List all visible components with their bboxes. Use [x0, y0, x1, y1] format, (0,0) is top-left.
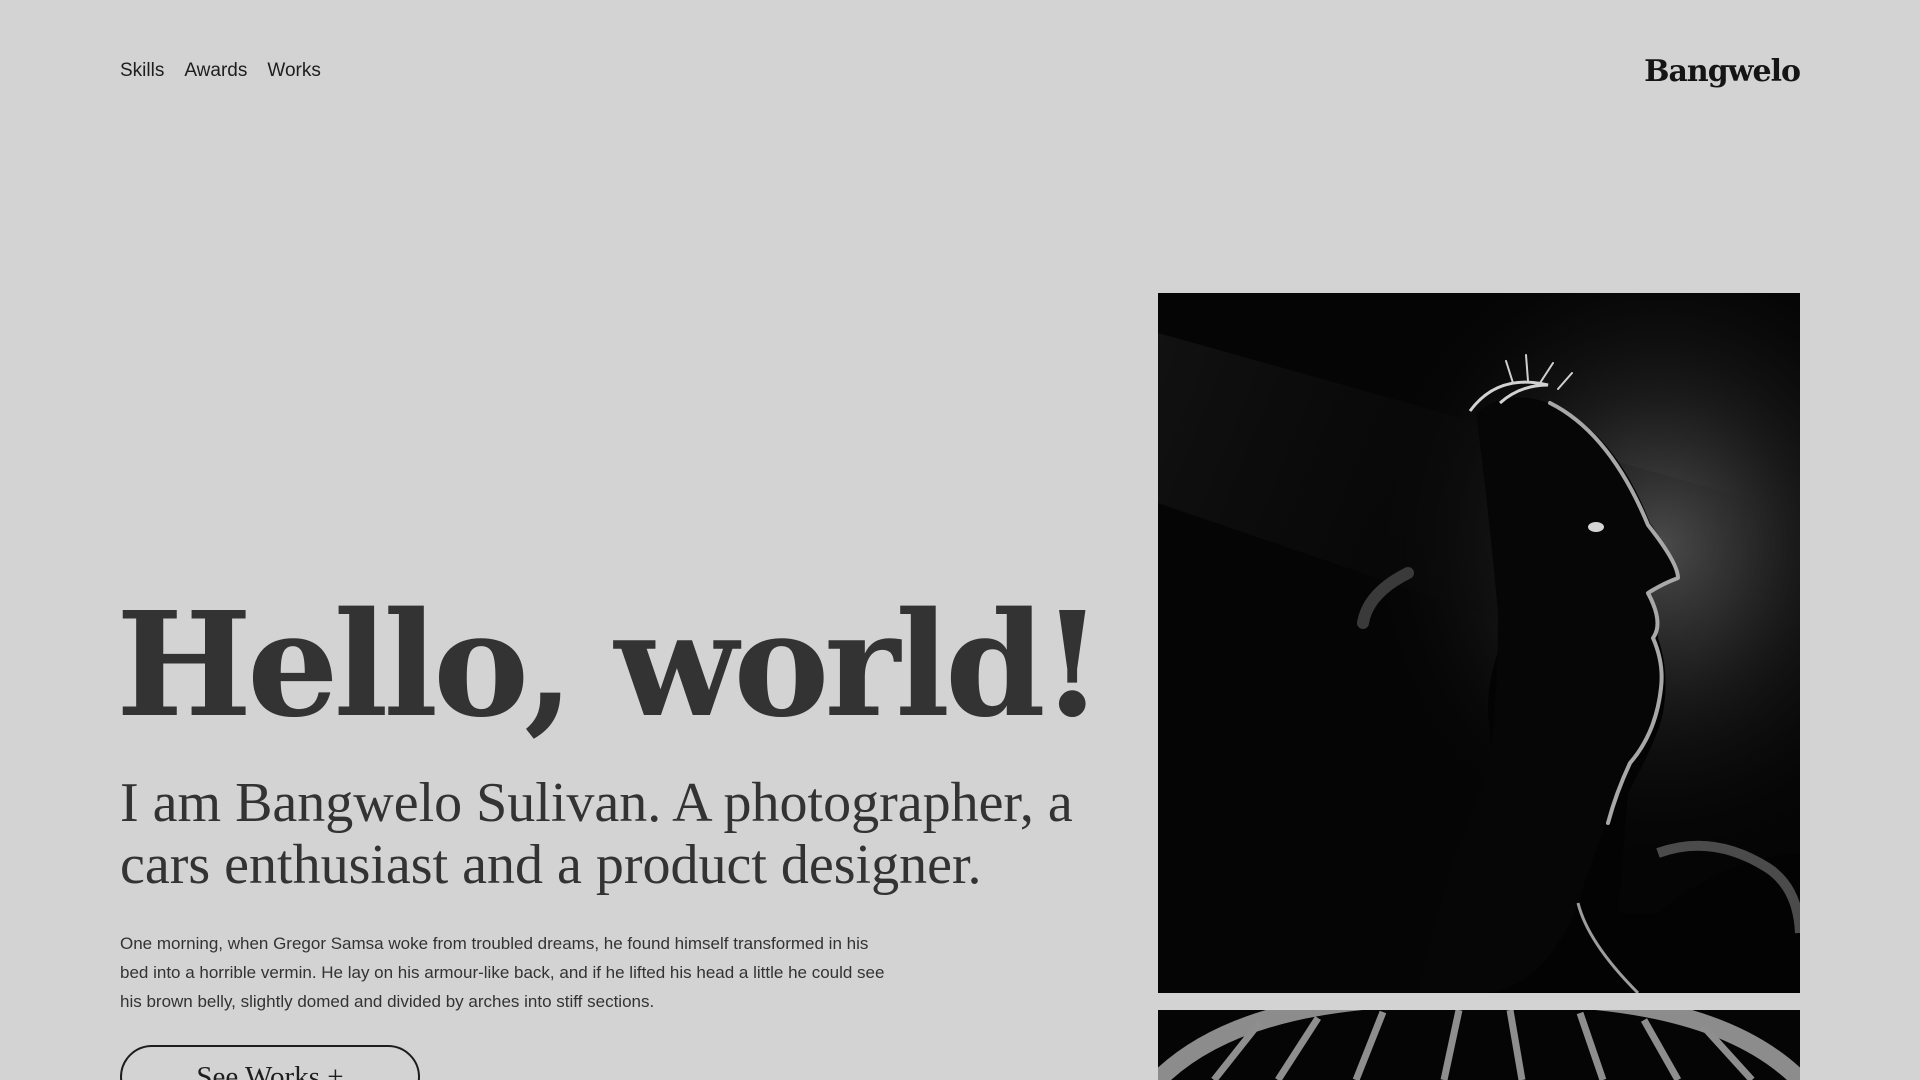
nav-works-link[interactable]: Works [267, 58, 320, 84]
brand-logo[interactable]: Bangwelo [1644, 54, 1801, 89]
portrait-photo-graphic [1158, 293, 1800, 993]
nav-awards-link[interactable]: Awards [184, 58, 247, 84]
architecture-photo [1158, 1010, 1800, 1080]
main-navigation: Skills Awards Works [120, 58, 321, 84]
hero-title: Hello, world! [116, 580, 1104, 749]
portrait-photo [1158, 293, 1800, 993]
architecture-photo-graphic [1158, 1010, 1800, 1080]
nav-skills-link[interactable]: Skills [120, 58, 164, 84]
see-works-button[interactable]: See Works + [120, 1045, 420, 1080]
hero-subtitle: I am Bangwelo Sulivan. A photographer, a… [120, 772, 1073, 896]
hero-description: One morning, when Gregor Samsa woke from… [120, 934, 885, 1011]
